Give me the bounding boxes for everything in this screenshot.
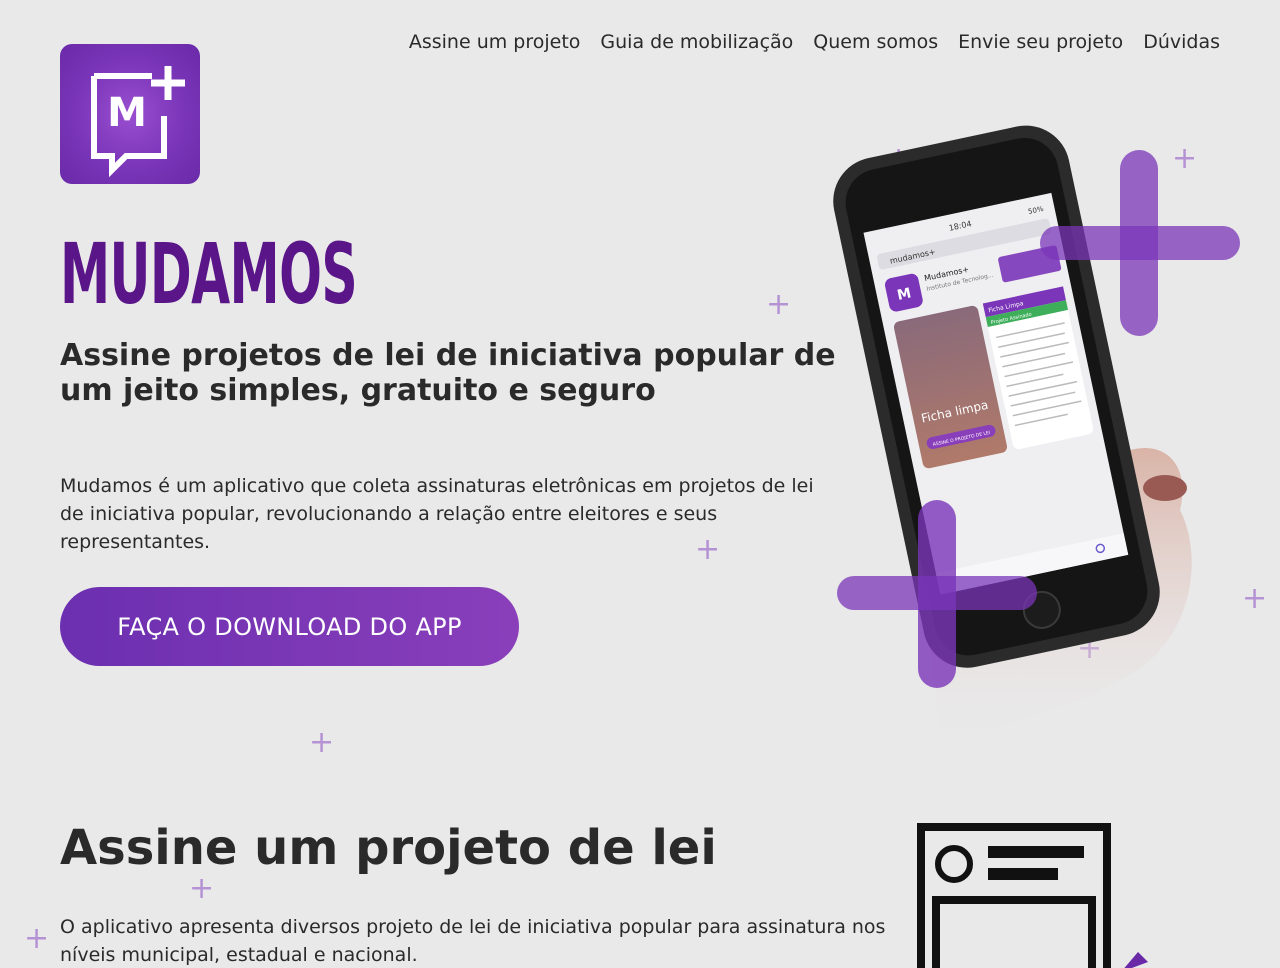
plus-icon: + [24, 921, 50, 956]
hero-tagline: Assine projetos de lei de iniciativa pop… [60, 338, 836, 408]
nav-quem-somos[interactable]: Quem somos [813, 28, 938, 56]
phone-illustration: 18:04 50% mudamos+ M Mudamos+ Instituto … [830, 110, 1250, 754]
logo[interactable]: M [60, 44, 200, 184]
large-plus-icon [1040, 226, 1240, 260]
plus-icon: + [189, 871, 215, 906]
speech-bubble-m-plus-icon: M [91, 66, 185, 178]
fingernail [1143, 475, 1187, 501]
section-description: O aplicativo apresenta diversos projeto … [60, 916, 886, 966]
nav-duvidas[interactable]: Dúvidas [1143, 28, 1220, 56]
nav-guia-de-mobilizacao[interactable]: Guia de mobilização [600, 28, 793, 56]
section-title: Assine um projeto de lei [60, 820, 717, 876]
nav-assine-um-projeto[interactable]: Assine um projeto [409, 28, 581, 56]
plus-icon: + [766, 287, 792, 322]
plus-icon: + [309, 725, 335, 760]
large-plus-icon [837, 576, 1037, 610]
brand-title: MUDAMOS [60, 225, 358, 323]
nav-envie-seu-projeto[interactable]: Envie seu projeto [958, 28, 1123, 56]
download-app-button[interactable]: FAÇA O DOWNLOAD DO APP [60, 587, 519, 666]
logo-letter: M [107, 90, 147, 136]
plus-icon: + [695, 532, 721, 567]
document-icon [916, 822, 1176, 968]
top-nav: Assine um projeto Guia de mobilização Qu… [409, 28, 1220, 56]
